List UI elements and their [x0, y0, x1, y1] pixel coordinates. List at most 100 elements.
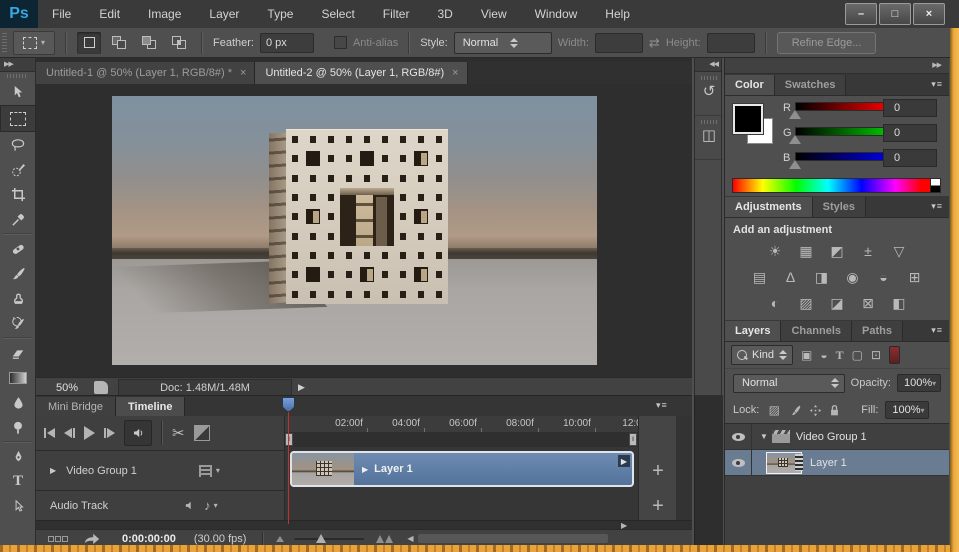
maximize-button[interactable]: □	[879, 3, 911, 25]
color-lookup-icon[interactable]: ⊞	[904, 268, 926, 286]
frames-indicator-icon[interactable]	[48, 533, 69, 545]
add-audio-media-button[interactable]: +	[647, 495, 669, 517]
tool-preset-picker[interactable]: ▾	[13, 30, 55, 55]
tab-close-icon[interactable]: ×	[240, 67, 246, 79]
visibility-toggle[interactable]	[725, 424, 752, 449]
close-button[interactable]: ×	[913, 3, 945, 25]
mute-audio-button[interactable]	[124, 420, 152, 446]
tab-channels[interactable]: Channels	[781, 321, 852, 341]
filter-adjustment-layers-icon[interactable]: ◒	[820, 348, 827, 362]
add-video-media-button[interactable]: +	[647, 460, 669, 482]
filter-shape-layers-icon[interactable]: ▢	[852, 348, 863, 362]
adjustments-panel-menu-icon[interactable]: ▾≡	[931, 201, 943, 212]
zoom-level-field[interactable]: 50%	[56, 382, 78, 394]
work-area-bar[interactable]: ‖ ‖	[285, 432, 638, 448]
blue-value-field[interactable]: 0	[883, 149, 937, 167]
channel-mixer-icon[interactable]: ◒	[873, 268, 895, 286]
menu-file[interactable]: File	[38, 0, 85, 28]
blue-slider-thumb[interactable]	[789, 160, 801, 169]
menu-filter[interactable]: Filter	[369, 0, 424, 28]
blue-slider[interactable]	[795, 152, 893, 161]
tab-swatches[interactable]: Swatches	[774, 75, 847, 95]
layer-thumbnail[interactable]	[766, 451, 803, 474]
green-slider[interactable]	[795, 127, 893, 136]
opacity-field[interactable]: 100% ▾	[897, 374, 941, 392]
filter-smart-objects-icon[interactable]: ⊡	[871, 348, 881, 362]
blend-mode-select[interactable]: Normal	[733, 373, 845, 393]
pen-tool[interactable]	[0, 444, 36, 469]
timeline-zoom-slider[interactable]	[294, 533, 365, 543]
filter-pixel-layers-icon[interactable]: ▣	[801, 348, 812, 362]
layers-panel-menu-icon[interactable]: ▾≡	[931, 325, 943, 336]
document-tab-untitled-1[interactable]: Untitled-1 @ 50% (Layer 1, RGB/8#) * ×	[36, 62, 256, 84]
tab-close-icon[interactable]: ×	[452, 67, 458, 79]
layer-name[interactable]: Video Group 1	[796, 431, 867, 443]
tab-mini-bridge[interactable]: Mini Bridge	[36, 397, 117, 416]
green-slider-thumb[interactable]	[789, 135, 801, 144]
play-button[interactable]	[84, 426, 95, 440]
history-panel-button[interactable]: ↺	[695, 72, 723, 116]
music-note-icon[interactable]: ♪	[204, 498, 211, 513]
selection-new-button[interactable]	[77, 31, 101, 54]
refine-edge-button[interactable]: Refine Edge...	[776, 31, 877, 54]
menu-edit[interactable]: Edit	[85, 0, 134, 28]
width-input[interactable]	[594, 32, 643, 53]
zoom-slider-thumb[interactable]	[316, 533, 327, 543]
posterize-icon[interactable]: ▨	[795, 294, 817, 312]
tab-color[interactable]: Color	[725, 75, 775, 95]
lock-pixels-icon[interactable]	[789, 404, 802, 417]
tab-timeline[interactable]: Timeline	[116, 397, 186, 416]
style-select[interactable]: Normal	[453, 31, 552, 54]
tab-paths[interactable]: Paths	[852, 321, 903, 341]
gradient-map-icon[interactable]: ⊠	[857, 294, 879, 312]
hue-saturation-icon[interactable]: ▤	[749, 268, 771, 286]
scroll-left-icon[interactable]: ◀	[407, 534, 413, 543]
filter-kind-select[interactable]: Kind	[731, 345, 794, 365]
curves-icon[interactable]: ◩	[826, 242, 848, 260]
previous-frame-button[interactable]	[64, 428, 75, 438]
render-export-icon[interactable]	[83, 533, 100, 545]
menu-type[interactable]: Type	[253, 0, 307, 28]
tab-adjustments[interactable]: Adjustments	[725, 197, 813, 217]
fill-field[interactable]: 100% ▾	[885, 401, 930, 419]
tab-styles[interactable]: Styles	[812, 197, 867, 217]
document-tab-untitled-2[interactable]: Untitled-2 @ 50% (Layer 1, RGB/8#) ×	[255, 62, 468, 84]
toolbar-grip[interactable]	[7, 74, 28, 78]
photo-filter-icon[interactable]: ◉	[842, 268, 864, 286]
clip-end-icon[interactable]: ▶	[618, 455, 630, 467]
lock-transparency-icon[interactable]: ▨	[766, 403, 782, 417]
audio-track-header[interactable]: Audio Track ♪ ▾	[36, 491, 285, 520]
red-slider-thumb[interactable]	[789, 110, 801, 119]
rectangular-marquee-tool[interactable]	[0, 105, 36, 132]
black-white-ramp[interactable]	[930, 178, 941, 193]
document-image[interactable]	[112, 96, 597, 365]
selection-subtract-button[interactable]	[137, 32, 161, 54]
collapse-panels-button[interactable]: ▶▶	[725, 58, 949, 74]
tab-layers[interactable]: Layers	[725, 321, 782, 341]
red-slider[interactable]	[795, 102, 893, 111]
color-spectrum-ramp[interactable]	[732, 178, 932, 193]
lock-all-icon[interactable]	[829, 404, 840, 417]
menu-layer[interactable]: Layer	[195, 0, 253, 28]
healing-brush-tool[interactable]	[0, 236, 36, 261]
split-at-playhead-icon[interactable]: ✂	[172, 424, 185, 442]
toolbar-collapse-button[interactable]: ▶▶	[0, 58, 35, 72]
timeline-panel-menu-icon[interactable]: ▾≡	[656, 400, 668, 411]
canvas-area[interactable]	[36, 84, 692, 377]
timeline-ruler[interactable]: 02:00f 04:00f 06:00f 08:00f 10:00f 12:0	[285, 416, 638, 433]
clone-stamp-tool[interactable]	[0, 286, 36, 311]
work-area-end-handle[interactable]: ‖	[629, 433, 637, 446]
menu-window[interactable]: Window	[521, 0, 592, 28]
red-value-field[interactable]: 0	[883, 99, 937, 117]
zoom-out-timeline-icon[interactable]	[276, 535, 285, 542]
selection-add-button[interactable]	[107, 32, 131, 54]
vibrance-icon[interactable]: ▽	[888, 242, 910, 260]
page-icon[interactable]	[94, 381, 109, 394]
layer-row-layer-1[interactable]: Layer 1	[725, 450, 949, 476]
disclosure-icon[interactable]: ▶	[362, 465, 368, 474]
work-area-start-handle[interactable]: ‖	[285, 433, 293, 446]
lock-position-icon[interactable]	[809, 404, 822, 417]
exposure-icon[interactable]: ±	[857, 242, 879, 260]
blur-tool[interactable]	[0, 390, 36, 415]
expand-dock-button[interactable]: ◀◀	[695, 58, 721, 72]
